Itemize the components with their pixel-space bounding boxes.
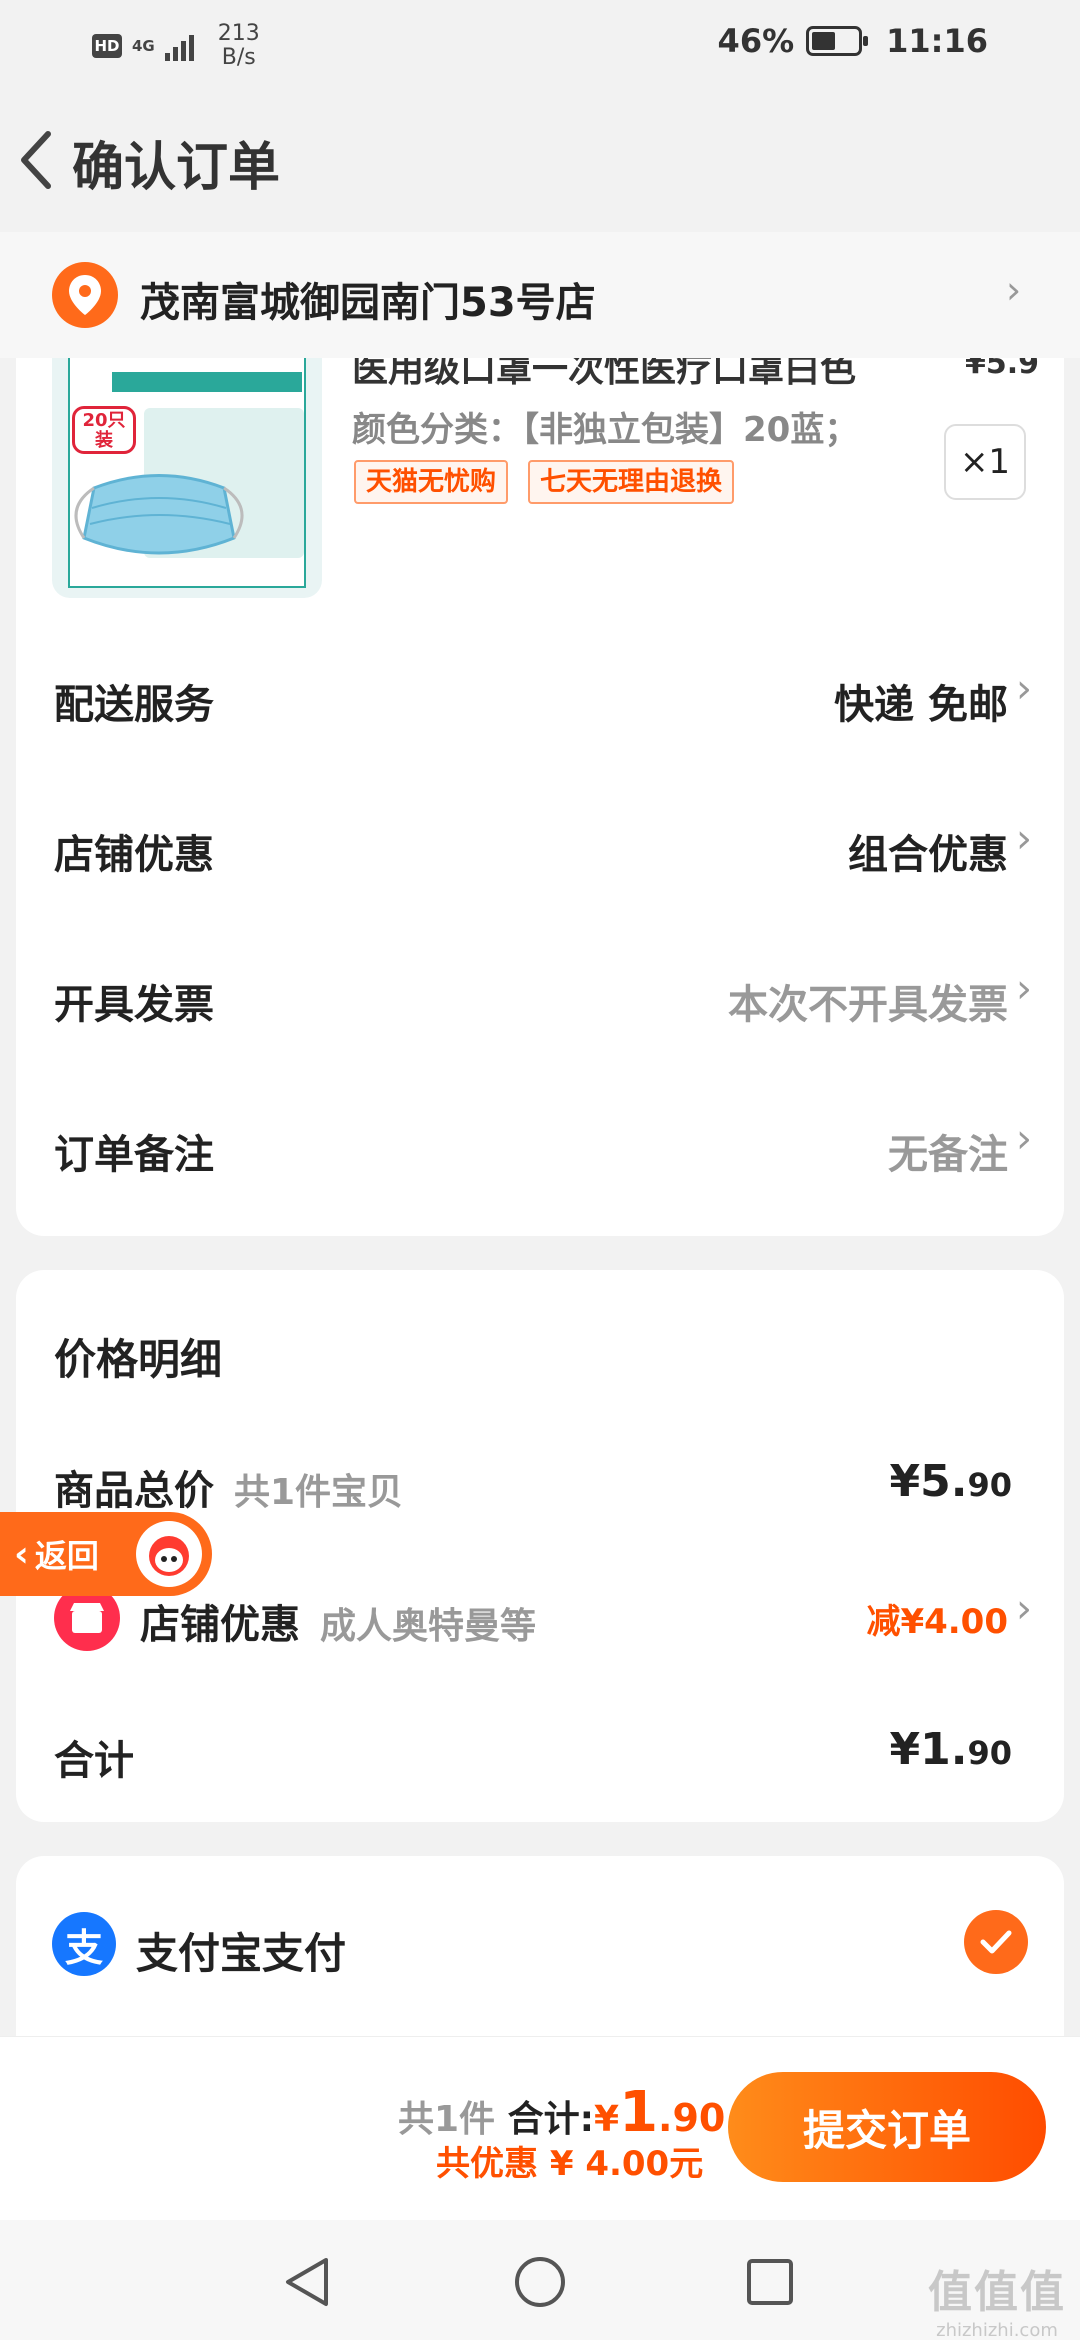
signal-icon bbox=[164, 31, 194, 61]
watermark-url: zhizhizhi.com bbox=[936, 2320, 1058, 2340]
shop-discount-sub: 成人奥特曼等 bbox=[320, 1606, 537, 1647]
chevron-right-icon: › bbox=[1016, 666, 1032, 712]
row-value-shop-discount[interactable]: 组合优惠 bbox=[848, 822, 1008, 880]
product-badge: 20只装 bbox=[72, 406, 136, 454]
goods-count: 共1件宝贝 bbox=[234, 1472, 404, 1513]
shop-discount-label: 店铺优惠 bbox=[140, 1602, 300, 1648]
chevron-right-icon: › bbox=[1016, 966, 1032, 1012]
page-title: 确认订单 bbox=[72, 138, 281, 198]
product-image[interactable]: 20只装 bbox=[52, 358, 322, 598]
nav-home-icon[interactable] bbox=[512, 2254, 568, 2314]
nav-recents-icon[interactable] bbox=[744, 2256, 796, 2312]
hd-badge: HD bbox=[92, 34, 122, 58]
row-label-invoice: 开具发票 bbox=[54, 982, 214, 1028]
store-name[interactable]: 茂南富城御园南门53号店 bbox=[140, 270, 596, 328]
row-label-delivery: 配送服务 bbox=[54, 682, 214, 728]
status-bar-left: HD 4G 213 B/s bbox=[92, 22, 260, 70]
floating-back-button[interactable]: ‹ 返回 bbox=[0, 1512, 212, 1596]
tag-seven-day-return: 七天无理由退换 bbox=[528, 460, 735, 504]
nav-back-icon[interactable] bbox=[282, 2254, 332, 2314]
goods-total-label: 商品总价 bbox=[54, 1468, 214, 1514]
total-value: ¥1.90 bbox=[889, 1724, 1012, 1775]
chevron-left-icon: ‹ bbox=[14, 1533, 29, 1575]
row-value-delivery[interactable]: 快递 免邮 bbox=[834, 672, 1008, 730]
submit-order-button[interactable]: 提交订单 bbox=[728, 2072, 1046, 2182]
row-label-shop-discount: 店铺优惠 bbox=[54, 832, 214, 878]
battery-percent: 46% bbox=[717, 22, 795, 60]
shop-discount-row: 店铺优惠 成人奥特曼等 bbox=[140, 1592, 536, 1650]
price-detail-title: 价格明细 bbox=[54, 1335, 223, 1384]
battery-icon bbox=[806, 26, 869, 56]
quantity-badge[interactable]: ×1 bbox=[944, 424, 1026, 500]
clock: 11:16 bbox=[886, 22, 988, 60]
watermark: 值值值 zhizhizhi.com bbox=[928, 2256, 1066, 2340]
total-label: 合计 bbox=[54, 1738, 134, 1784]
item-count: 共1件 bbox=[398, 2099, 496, 2140]
checkout-total-label: 合计: bbox=[507, 2099, 595, 2140]
network-speed: 213 B/s bbox=[218, 22, 260, 70]
chevron-right-icon: › bbox=[1016, 1586, 1032, 1632]
goods-total-value: ¥5.90 bbox=[889, 1456, 1012, 1507]
network-type: 4G bbox=[132, 37, 155, 55]
location-icon bbox=[52, 262, 118, 328]
shop-discount-value[interactable]: 减¥4.00 bbox=[866, 1594, 1008, 1643]
speed-value: 213 bbox=[217, 21, 260, 46]
watermark-logo: 值值值 bbox=[928, 2267, 1066, 2318]
product-variant[interactable]: 颜色分类：【非独立包装】20蓝； bbox=[352, 402, 858, 451]
row-value-remark[interactable]: 无备注 bbox=[888, 1122, 1008, 1180]
speed-unit: B/s bbox=[221, 45, 256, 70]
tag-tmall-worry-free: 天猫无忧购 bbox=[354, 460, 509, 504]
goods-total-row: 商品总价 共1件宝贝 bbox=[54, 1458, 403, 1516]
checkout-currency: ¥ bbox=[594, 2099, 620, 2140]
mascot-avatar bbox=[136, 1521, 202, 1587]
store-chevron-icon: › bbox=[1006, 268, 1022, 312]
status-bar-right: 46% 11:16 bbox=[718, 22, 988, 60]
check-icon[interactable] bbox=[964, 1910, 1028, 1974]
saved-amount: 共优惠 ¥ 4.00元 bbox=[436, 2144, 704, 2184]
row-value-invoice[interactable]: 本次不开具发票 bbox=[728, 972, 1008, 1030]
back-arrow-icon[interactable] bbox=[10, 120, 70, 200]
floating-back-label: 返回 bbox=[34, 1537, 99, 1575]
payment-method[interactable]: 支付宝支付 bbox=[136, 1920, 346, 1981]
checkout-total-dec: .90 bbox=[658, 2096, 726, 2140]
row-label-remark: 订单备注 bbox=[54, 1132, 214, 1178]
alipay-icon: 支 bbox=[52, 1912, 116, 1976]
mask-illustration bbox=[74, 474, 244, 555]
chevron-right-icon: › bbox=[1016, 816, 1032, 862]
chevron-right-icon: › bbox=[1016, 1116, 1032, 1162]
